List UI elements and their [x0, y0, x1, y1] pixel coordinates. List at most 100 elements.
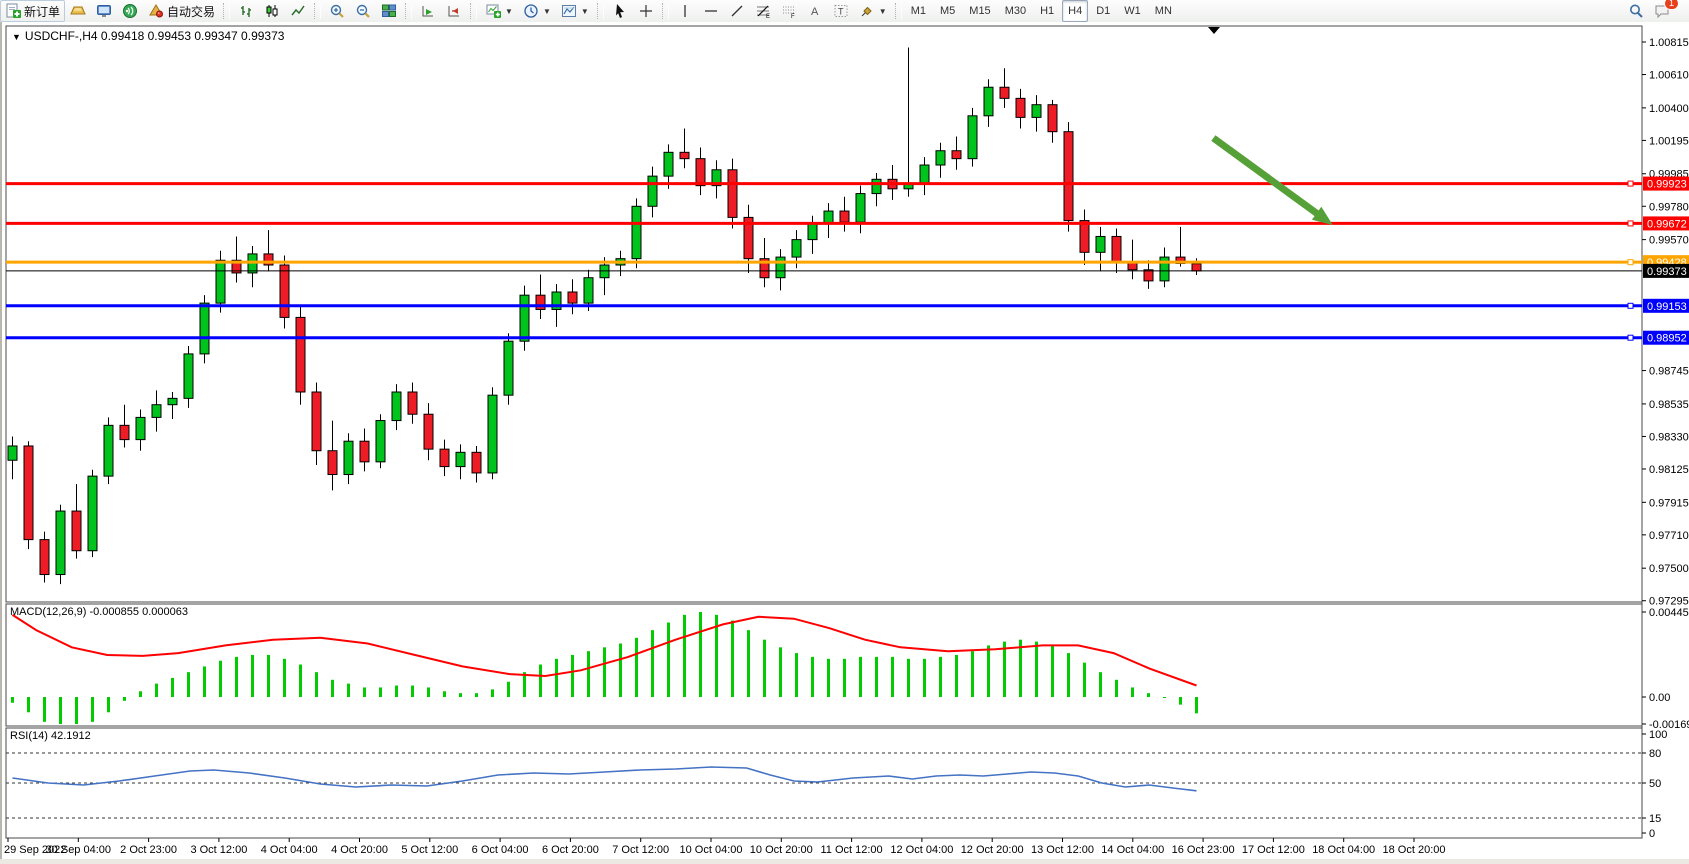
new-chart-button[interactable]: ▼	[480, 0, 518, 22]
macd-bar	[75, 697, 78, 724]
candle	[648, 176, 657, 206]
candle	[360, 441, 369, 462]
candle	[40, 540, 49, 575]
terminal-icon	[96, 3, 112, 19]
macd-bar	[91, 697, 94, 722]
tf-button-m30[interactable]: M30	[999, 0, 1032, 22]
search-button[interactable]	[1623, 0, 1649, 22]
candle	[936, 151, 945, 165]
gold-button[interactable]	[65, 0, 91, 22]
rsi-axis-tick: 0	[1649, 828, 1655, 840]
arrows-tool-button[interactable]: ▼	[854, 0, 892, 22]
vertical-line-icon	[677, 3, 693, 19]
candle	[728, 170, 737, 218]
chart-window[interactable]: 1.008151.006101.004001.001950.999850.997…	[0, 22, 1689, 859]
hline-handle[interactable]	[1628, 221, 1633, 226]
period-button[interactable]: ▼	[518, 0, 556, 22]
hline-handle[interactable]	[1628, 335, 1633, 340]
line-chart-button[interactable]	[285, 0, 311, 22]
tf-button-h4[interactable]: H4	[1062, 0, 1088, 22]
candle	[72, 511, 81, 551]
time-axis-label: 10 Oct 04:00	[680, 844, 743, 856]
candle	[520, 295, 529, 341]
macd-bar	[667, 623, 670, 697]
time-axis-label: 12 Oct 04:00	[890, 844, 953, 856]
tile-windows-button[interactable]	[376, 0, 402, 22]
tf-button-mn[interactable]: MN	[1149, 0, 1178, 22]
tf-button-w1[interactable]: W1	[1118, 0, 1147, 22]
candlestick-chart-button[interactable]	[259, 0, 285, 22]
crosshair-tool-button[interactable]	[633, 0, 659, 22]
signal-button[interactable]	[117, 0, 143, 22]
macd-bar	[747, 630, 750, 697]
tf-button-h1[interactable]: H1	[1034, 0, 1060, 22]
macd-bar	[411, 686, 414, 697]
macd-bar	[987, 645, 990, 697]
tf-button-m1[interactable]: M1	[905, 0, 932, 22]
template-button[interactable]: ▼	[556, 0, 594, 22]
macd-bar	[731, 621, 734, 697]
tile-windows-icon	[381, 3, 397, 19]
hline-handle[interactable]	[1628, 181, 1633, 186]
hline-handle[interactable]	[1628, 260, 1633, 265]
bar-chart-button[interactable]	[233, 0, 259, 22]
chart-canvas[interactable]: 1.008151.006101.004001.001950.999850.997…	[2, 22, 1689, 859]
toolbar-separator	[895, 3, 902, 19]
candlestick-chart-icon	[264, 3, 280, 19]
cursor-tool-button[interactable]	[607, 0, 633, 22]
macd-bar	[251, 655, 254, 697]
price-pane[interactable]	[6, 26, 1642, 602]
macd-bar	[843, 659, 846, 697]
macd-bar	[1163, 697, 1166, 698]
hline-handle[interactable]	[1628, 303, 1633, 308]
macd-bar	[475, 693, 478, 697]
chevron-down-icon: ▼	[505, 7, 513, 16]
auto-scroll-button[interactable]	[415, 0, 441, 22]
new-order-button[interactable]: 新订单	[0, 0, 65, 22]
channel-tool-button[interactable]: F	[776, 0, 802, 22]
macd-axis-tick: 0.00445	[1649, 607, 1689, 619]
candle	[152, 405, 161, 418]
zoom-in-button[interactable]	[324, 0, 350, 22]
tf-button-m5[interactable]: M5	[934, 0, 961, 22]
price-tag-text: 0.99373	[1647, 266, 1687, 278]
chevron-down-icon: ▼	[581, 7, 589, 16]
terminal-button[interactable]	[91, 0, 117, 22]
macd-bar	[315, 672, 318, 697]
macd-bar	[235, 657, 238, 697]
chat-button[interactable]: 1	[1649, 0, 1675, 22]
macd-bar	[763, 640, 766, 697]
time-axis-label: 17 Oct 12:00	[1242, 844, 1305, 856]
fibonacci-icon: E	[755, 3, 771, 19]
trendline-tool-button[interactable]	[724, 0, 750, 22]
candle	[856, 194, 865, 223]
text-tool-button[interactable]: A	[802, 0, 828, 22]
candle	[1192, 264, 1201, 271]
price-tag-text: 0.99672	[1647, 218, 1687, 230]
candle	[56, 511, 65, 574]
macd-bar	[811, 657, 814, 697]
tf-button-m15[interactable]: M15	[963, 0, 996, 22]
tf-button-d1[interactable]: D1	[1090, 0, 1116, 22]
toolbar-separator	[662, 3, 669, 19]
zoom-in-icon	[329, 3, 345, 19]
zoom-out-button[interactable]	[350, 0, 376, 22]
macd-bar	[635, 638, 638, 697]
rsi-axis-tick: 15	[1649, 813, 1661, 825]
text-label-tool-button[interactable]: T	[828, 0, 854, 22]
autotrading-button[interactable]: 自动交易	[143, 0, 220, 22]
candle	[968, 116, 977, 159]
candle	[568, 292, 577, 303]
fibonacci-tool-button[interactable]: E	[750, 0, 776, 22]
vertical-line-tool-button[interactable]	[672, 0, 698, 22]
macd-bar	[955, 655, 958, 697]
price-tag-text: 0.99153	[1647, 301, 1687, 313]
time-axis-label: 10 Oct 20:00	[750, 844, 813, 856]
macd-bar	[139, 691, 142, 697]
price-axis-tick: 0.99780	[1649, 201, 1689, 213]
macd-bar	[699, 612, 702, 697]
time-axis-label: 6 Oct 20:00	[542, 844, 599, 856]
chevron-down-icon: ▼	[879, 7, 887, 16]
chart-shift-button[interactable]	[441, 0, 467, 22]
horizontal-line-tool-button[interactable]	[698, 0, 724, 22]
